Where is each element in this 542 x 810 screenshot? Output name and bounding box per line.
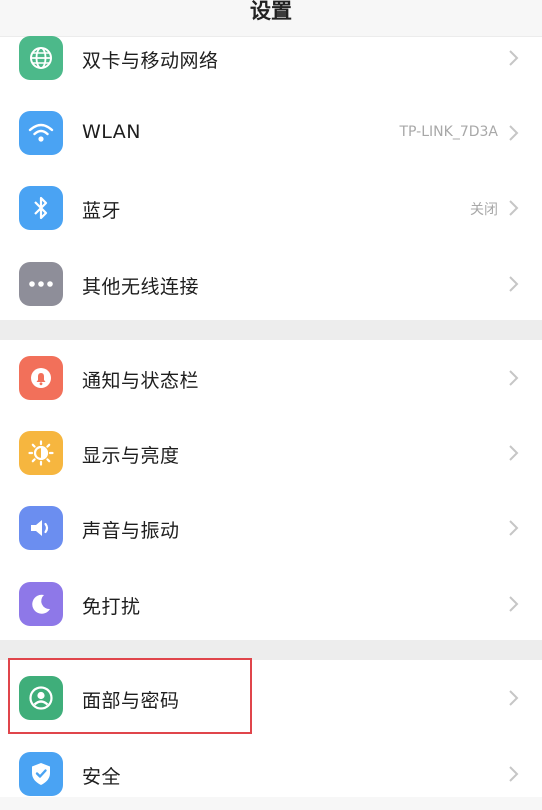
sun-icon (19, 431, 63, 475)
chevron-right-icon (509, 200, 519, 216)
settings-item-dual-sim[interactable]: 双卡与移动网络 (0, 28, 542, 88)
more-dots-icon (19, 262, 63, 306)
bluetooth-status-value: 关闭 (470, 202, 498, 218)
shield-icon (19, 752, 63, 796)
settings-item-label: 声音与振动 (82, 520, 180, 542)
bluetooth-icon (19, 186, 63, 230)
settings-item-security[interactable]: 安全 (0, 738, 542, 810)
settings-item-other-wireless[interactable]: 其他无线连接 (0, 248, 542, 320)
settings-item-notifications[interactable]: 通知与状态栏 (0, 342, 542, 414)
moon-icon (19, 582, 63, 626)
bell-icon (19, 356, 63, 400)
settings-item-bluetooth[interactable]: 蓝牙 关闭 (0, 172, 542, 244)
globe-icon (19, 36, 63, 80)
settings-item-label: 通知与状态栏 (82, 370, 200, 392)
highlight-box (8, 658, 252, 734)
chevron-right-icon (509, 276, 519, 292)
settings-item-dnd[interactable]: 免打扰 (0, 568, 542, 640)
group-separator (0, 320, 542, 340)
page-title: 设置 (250, 0, 292, 23)
chevron-right-icon (509, 520, 519, 536)
speaker-icon (19, 506, 63, 550)
settings-item-label: 蓝牙 (82, 200, 122, 222)
settings-item-label: 其他无线连接 (82, 276, 200, 298)
wifi-icon (19, 111, 63, 155)
chevron-right-icon (509, 445, 519, 461)
settings-item-label: 显示与亮度 (82, 445, 180, 467)
settings-item-label: 免打扰 (82, 596, 141, 618)
group-separator (0, 640, 542, 660)
settings-item-label: 双卡与移动网络 (82, 50, 219, 72)
chevron-right-icon (509, 766, 519, 782)
settings-item-sound[interactable]: 声音与振动 (0, 492, 542, 564)
settings-item-label: WLAN (82, 121, 142, 143)
chevron-right-icon (509, 125, 519, 141)
chevron-right-icon (509, 596, 519, 612)
settings-item-label: 安全 (82, 766, 122, 788)
chevron-right-icon (509, 690, 519, 706)
settings-item-display[interactable]: 显示与亮度 (0, 417, 542, 489)
chevron-right-icon (509, 370, 519, 386)
settings-item-wlan[interactable]: WLAN TP-LINK_7D3A (0, 97, 542, 169)
wlan-network-value: TP-LINK_7D3A (399, 124, 499, 140)
chevron-right-icon (509, 50, 519, 66)
